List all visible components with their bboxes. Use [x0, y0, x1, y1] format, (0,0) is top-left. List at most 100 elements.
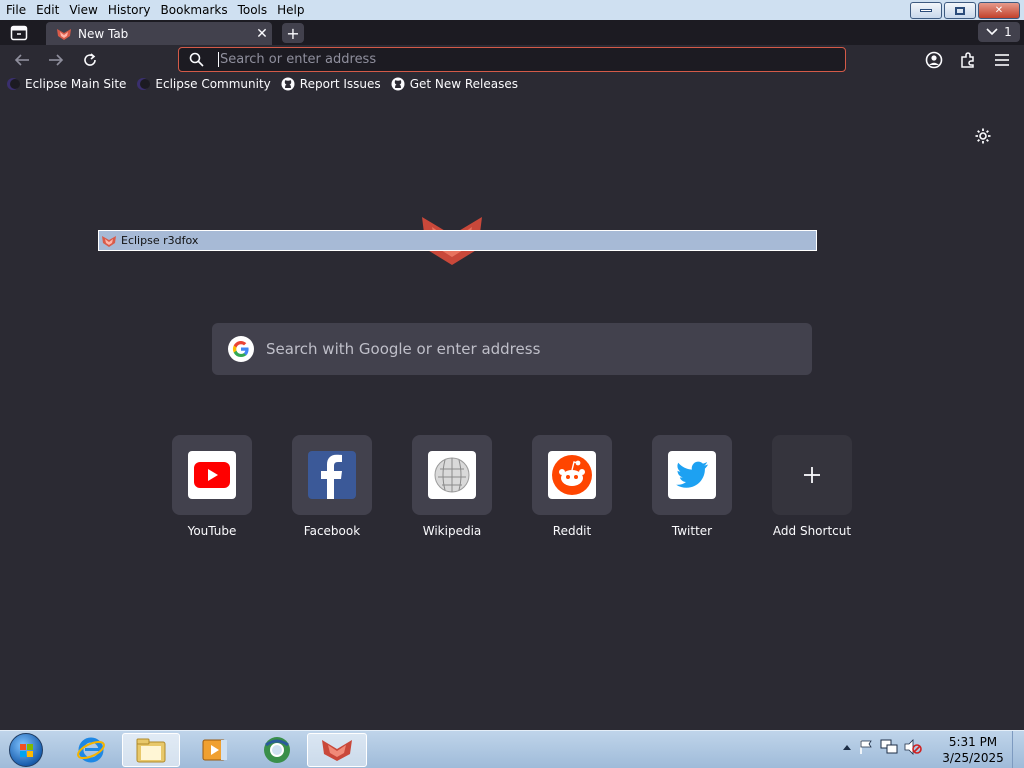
- shortcut-tile[interactable]: [172, 435, 252, 515]
- search-box[interactable]: [212, 323, 812, 375]
- start-button[interactable]: [6, 733, 46, 767]
- shortcut-twitter[interactable]: Twitter: [651, 435, 733, 538]
- bookmark-report-issues[interactable]: Report Issues: [281, 77, 381, 91]
- bookmark-eclipse-community[interactable]: Eclipse Community: [136, 77, 271, 91]
- account-icon: [925, 51, 943, 69]
- url-bar[interactable]: [178, 47, 846, 72]
- reload-button[interactable]: [78, 49, 102, 71]
- github-icon: [391, 77, 405, 91]
- close-tab-icon[interactable]: ✕: [252, 26, 272, 42]
- shortcut-label: Twitter: [671, 524, 713, 538]
- list-all-tabs-button[interactable]: 1: [978, 22, 1020, 42]
- bookmark-label: Get New Releases: [409, 77, 519, 91]
- bookmark-label: Eclipse Main Site: [25, 77, 127, 91]
- r3dfox-icon: [57, 28, 71, 40]
- show-hidden-icons-icon[interactable]: [842, 743, 852, 751]
- shortcut-add[interactable]: Add Shortcut: [771, 435, 853, 538]
- shortcut-wikipedia[interactable]: Wikipedia: [411, 435, 493, 538]
- taskbar-r3dfox[interactable]: [307, 733, 367, 767]
- eclipse-icon: [136, 77, 151, 91]
- new-tab-button[interactable]: +: [282, 23, 304, 43]
- restore-icon: [955, 6, 965, 15]
- bookmark-get-new-releases[interactable]: Get New Releases: [391, 77, 518, 91]
- shortcut-label: Facebook: [303, 524, 361, 538]
- chevron-down-icon: [986, 28, 998, 36]
- minimize-button[interactable]: [910, 2, 942, 19]
- tooltip: Eclipse r3dfox: [98, 230, 817, 251]
- volume-muted-icon[interactable]: [904, 739, 922, 755]
- clock[interactable]: 5:31 PM 3/25/2025: [940, 734, 1006, 766]
- reload-icon: [84, 53, 96, 66]
- plus-icon: [804, 467, 820, 483]
- extensions-button[interactable]: [956, 49, 980, 71]
- gear-icon: [975, 128, 991, 144]
- reddit-icon: [548, 451, 596, 499]
- tab-new-tab[interactable]: New Tab ✕: [46, 22, 272, 45]
- wikipedia-icon: [428, 451, 476, 499]
- system-tray: [842, 739, 922, 755]
- windows-logo-icon: [9, 733, 43, 767]
- close-icon: ✕: [994, 5, 1004, 16]
- shortcut-tile[interactable]: [292, 435, 372, 515]
- shortcut-tile[interactable]: [652, 435, 732, 515]
- taskbar: 5:31 PM 3/25/2025: [0, 730, 1024, 768]
- close-window-button[interactable]: ✕: [978, 2, 1020, 19]
- url-input[interactable]: [218, 52, 778, 67]
- firefox-view-button[interactable]: [8, 23, 30, 43]
- shortcut-facebook[interactable]: Facebook: [291, 435, 373, 538]
- shortcut-label: YouTube: [187, 524, 237, 538]
- shortcut-reddit[interactable]: Reddit: [531, 435, 613, 538]
- restore-button[interactable]: [944, 2, 976, 19]
- taskbar-internet-explorer[interactable]: [72, 733, 110, 767]
- app-menu-button[interactable]: [990, 49, 1014, 71]
- account-button[interactable]: [922, 49, 946, 71]
- window-controls: ✕: [910, 2, 1020, 19]
- taskbar-file-explorer[interactable]: [122, 733, 180, 767]
- minimize-icon: [920, 9, 932, 12]
- shortcut-label: Add Shortcut: [772, 524, 852, 538]
- taskbar-browser[interactable]: [248, 733, 306, 767]
- menu-help[interactable]: Help: [272, 0, 309, 20]
- add-shortcut-tile[interactable]: [772, 435, 852, 515]
- menu-edit[interactable]: Edit: [31, 0, 64, 20]
- shortcut-label: Reddit: [552, 524, 592, 538]
- tab-title: New Tab: [78, 26, 129, 41]
- menu-bar: File Edit View History Bookmarks Tools H…: [0, 0, 1024, 20]
- github-icon: [281, 77, 295, 91]
- shortcut-youtube[interactable]: YouTube: [171, 435, 253, 538]
- shortcut-tile[interactable]: [532, 435, 612, 515]
- network-icon[interactable]: [880, 739, 898, 755]
- bookmark-eclipse-main-site[interactable]: Eclipse Main Site: [6, 77, 126, 91]
- shortcut-tile[interactable]: [412, 435, 492, 515]
- bookmark-label: Report Issues: [299, 77, 381, 91]
- menu-file[interactable]: File: [0, 0, 31, 20]
- menu-view[interactable]: View: [64, 0, 102, 20]
- menu-bookmarks[interactable]: Bookmarks: [156, 0, 233, 20]
- folder-icon: [136, 738, 166, 763]
- google-icon: [228, 336, 254, 362]
- search-icon: [189, 52, 204, 67]
- personalize-button[interactable]: [972, 125, 994, 147]
- tooltip-text: Eclipse r3dfox: [121, 234, 199, 247]
- hamburger-icon: [995, 54, 1009, 66]
- search-input[interactable]: [266, 340, 786, 358]
- forward-button[interactable]: [44, 49, 68, 71]
- taskbar-media-player[interactable]: [186, 733, 244, 767]
- internet-explorer-icon: [77, 737, 105, 763]
- menu-tools[interactable]: Tools: [233, 0, 273, 20]
- back-button[interactable]: [10, 49, 34, 71]
- show-desktop-button[interactable]: [1012, 731, 1024, 768]
- bookmark-label: Eclipse Community: [155, 77, 271, 91]
- bookmarks-toolbar: Eclipse Main Site Eclipse Community Repo…: [0, 73, 1024, 95]
- flag-icon[interactable]: [858, 739, 874, 755]
- puzzle-icon: [961, 52, 974, 68]
- r3dfox-icon: [322, 740, 352, 761]
- navigation-bar: [0, 45, 1024, 73]
- arrow-left-icon: [14, 54, 29, 66]
- arrow-right-icon: [49, 54, 64, 66]
- twitter-icon: [668, 451, 716, 499]
- facebook-icon: [308, 451, 356, 499]
- tab-strip: New Tab ✕ + 1: [0, 20, 1024, 45]
- media-player-icon: [202, 739, 227, 761]
- menu-history[interactable]: History: [103, 0, 156, 20]
